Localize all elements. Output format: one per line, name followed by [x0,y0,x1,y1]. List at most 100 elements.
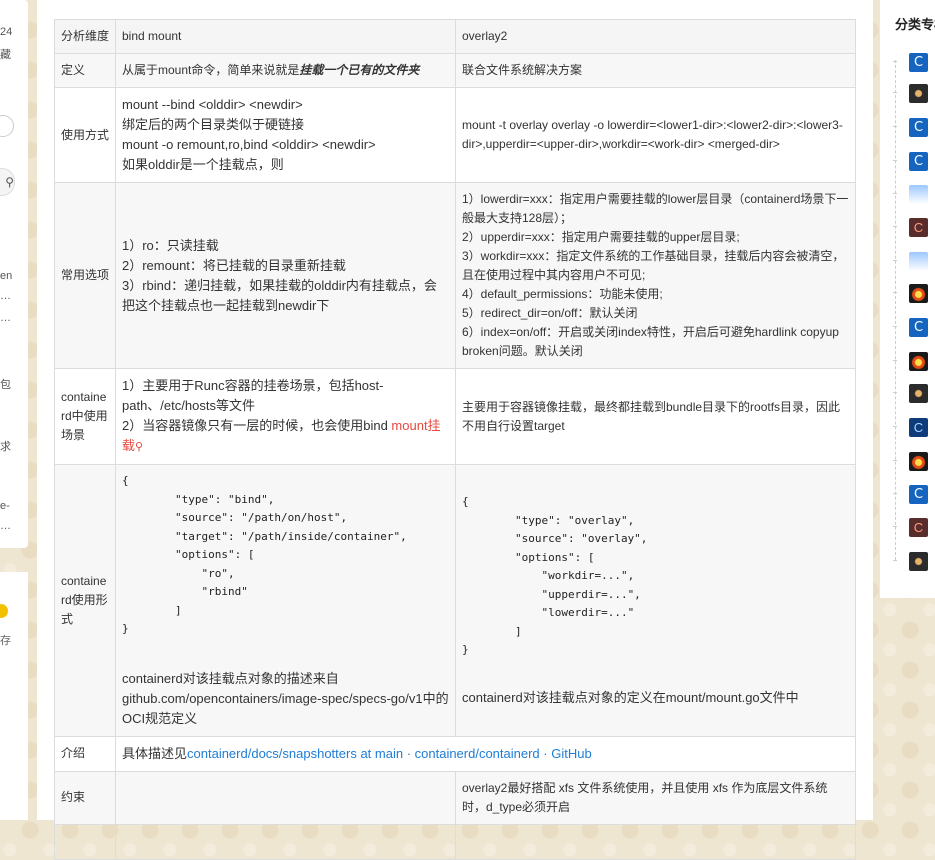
table-row-definition: 定义 从属于mount命令，简单来说就是挂载一个已有的文件夹 联合文件系统解决方… [54,53,856,88]
bind-option-line: 1）ro：只读挂载 [122,237,219,253]
left-fragment-collect[interactable]: 藏 [0,46,11,62]
tree-connector [893,160,897,161]
bind-usage-line: mount --bind <olddir> <newdir> [122,97,303,112]
overlay-option-line: 3）workdir=xxx：指定文件系统的工作基础目录，挂载后内容会被清空，且在… [462,249,845,282]
tree-connector [893,560,897,561]
overlay-form-description: containerd对该挂载点对象的定义在mount/mount.go文件中 [462,689,799,705]
header-bind-mount: bind mount [115,19,456,54]
left-sidebar: 24 藏 ⚲ en … … 包 求 e- … [0,0,28,548]
tree-connector [893,460,897,461]
category-c-dark-icon[interactable]: C [893,518,928,537]
overlay-constraint: overlay2最好搭配 xfs 文件系统使用，并且使用 xfs 作为底层文件系… [455,770,856,825]
left-follow-button[interactable] [0,115,14,137]
comparison-table: 分析维度 bind mount overlay2 定义 从属于mount命令，简… [54,19,856,860]
bind-options: 1）ro：只读挂载 2）remount：将已挂载的目录重新挂载 3）rbind：… [115,182,456,369]
overlay-option-line: 1）lowerdir=xxx：指定用户需要挂载的lower层目录（contain… [462,192,849,225]
bind-scenario-line: 2）当容器镜像只有一层的时候，也会使用bind mount挂载⚲ [122,416,449,457]
overlay-definition: 联合文件系统解决方案 [455,53,856,88]
left-fragment-dots[interactable]: … [0,290,11,302]
bind-scenario: 1）主要用于Runc容器的挂卷场景，包括host-path、/etc/hosts… [115,368,456,465]
left-fragment-e[interactable]: e- [0,500,10,512]
bind-option-line: 3）rbind：递归挂载，如果挂载的olddir内有挂载点，会把这个挂载点也一起… [122,277,437,313]
row-label: 常用选项 [54,182,116,369]
category-c-icon[interactable]: C [893,118,928,137]
bind-scenario-text: 2）当容器镜像只有一层的时候，也会使用bind [122,418,392,433]
tree-connector [893,92,897,93]
overlay-form: { "type": "overlay", "source": "overlay"… [455,464,856,737]
left-fragment-cun[interactable]: 存 [0,632,11,648]
category-fire-icon[interactable] [893,352,928,371]
overlay-usage: mount -t overlay overlay -o lowerdir=<lo… [455,87,856,183]
table-row-intro: 介绍 具体描述见containerd/docs/snapshotters at … [54,735,856,772]
tree-connector [893,193,897,194]
overlay-options: 1）lowerdir=xxx：指定用户需要挂载的lower层目录（contain… [455,182,856,369]
category-sky-icon[interactable] [893,252,928,271]
tree-connector [893,61,897,62]
table-row-usage: 使用方式 mount --bind <olddir> <newdir> 绑定后的… [54,87,856,183]
tree-connector [893,260,897,261]
row-label: 介绍 [54,735,116,772]
row-label: 约束 [54,770,116,825]
tree-connector [893,126,897,127]
table-row-constraint: 约束 overlay2最好搭配 xfs 文件系统使用，并且使用 xfs 作为底层… [54,770,856,825]
category-dark-icon[interactable] [893,552,928,571]
bind-usage-line: 如果olddir是一个挂载点，则 [122,157,284,172]
table-row-scenario: containerd中使用场景 1）主要用于Runc容器的挂卷场景，包括host… [54,368,856,465]
category-fire-icon[interactable] [893,284,928,303]
search-icon[interactable]: ⚲ [0,168,15,196]
bind-form-description: containerd对该挂载点对象的描述来自github.com/opencon… [122,670,449,726]
snapshotters-docs-link[interactable]: containerd/docs/snapshotters at main · c… [187,746,592,761]
empty-cell [115,823,456,860]
overlay-code-block: { "type": "overlay", "source": "overlay"… [462,495,648,656]
row-label: containerd使用形式 [54,464,116,737]
category-dark-icon[interactable] [893,384,928,403]
bind-definition-text: 从属于mount命令，简单来说就是 [122,63,300,77]
category-c-blue-icon[interactable]: C [893,418,928,437]
bind-usage-line: 绑定后的两个目录类似于硬链接 [122,117,305,132]
tree-connector [893,526,897,527]
bind-scenario-line: 1）主要用于Runc容器的挂卷场景，包括host-path、/etc/hosts… [122,378,384,413]
overlay-option-line: 4）default_permissions：功能未使用; [462,287,663,301]
bind-usage: mount --bind <olddir> <newdir> 绑定后的两个目录类… [115,87,456,183]
search-icon[interactable]: ⚲ [135,441,143,453]
bind-constraint [115,770,456,825]
tree-connector [893,326,897,327]
left-fragment-count: 24 [0,26,13,38]
category-c-icon[interactable]: C [893,53,928,72]
table-header-row: 分析维度 bind mount overlay2 [54,19,856,54]
left-fragment-dots[interactable]: … [0,520,11,532]
left-fragment-qiu[interactable]: 求 [0,438,11,454]
overlay-option-line: 2）upperdir=xxx：指定用户需要挂载的upper层目录; [462,230,740,244]
category-dark-icon[interactable] [893,84,928,103]
row-label: 使用方式 [54,87,116,183]
category-c-icon[interactable]: C [893,318,928,337]
category-sky-icon[interactable] [893,185,928,204]
header-overlay2: overlay2 [455,19,856,54]
bind-code-block: { "type": "bind", "source": "/path/on/ho… [122,474,407,635]
category-c-icon[interactable]: C [893,485,928,504]
bind-option-line: 2）remount：将已挂载的目录重新挂载 [122,257,346,273]
intro-cell: 具体描述见containerd/docs/snapshotters at mai… [115,735,856,772]
bind-usage-line: mount -o remount,ro,bind <olddir> <newdi… [122,137,376,152]
overlay-option-line: 5）redirect_dir=on/off：默认关闭 [462,306,638,320]
left-fragment-dots[interactable]: … [0,312,11,324]
tree-connector [893,392,897,393]
left-fragment-bao[interactable]: 包 [0,376,11,392]
overlay-option-line: 6）index=on/off：开启或关闭index特性，开启后可避免hardli… [462,325,839,358]
tree-connector [893,292,897,293]
category-c-icon[interactable]: C [893,152,928,171]
bind-definition-emphasis: 挂载一个已有的文件夹 [299,63,420,77]
left-fragment-en[interactable]: en [0,270,12,282]
category-fire-icon[interactable] [893,452,928,471]
bind-form: { "type": "bind", "source": "/path/on/ho… [115,464,456,737]
left-sidebar-lower: 存 [0,572,28,820]
tree-line [895,60,896,560]
category-c-dark-icon[interactable]: C [893,218,928,237]
tree-connector [893,360,897,361]
row-label: containerd中使用场景 [54,368,116,465]
coin-icon [0,604,8,618]
overlay-scenario: 主要用于容器镜像挂载，最终都挂载到bundle目录下的rootfs目录，因此不用… [455,368,856,465]
tree-connector [893,493,897,494]
table-row-form: containerd使用形式 { "type": "bind", "source… [54,464,856,737]
category-title: 分类专栏 [895,17,935,32]
